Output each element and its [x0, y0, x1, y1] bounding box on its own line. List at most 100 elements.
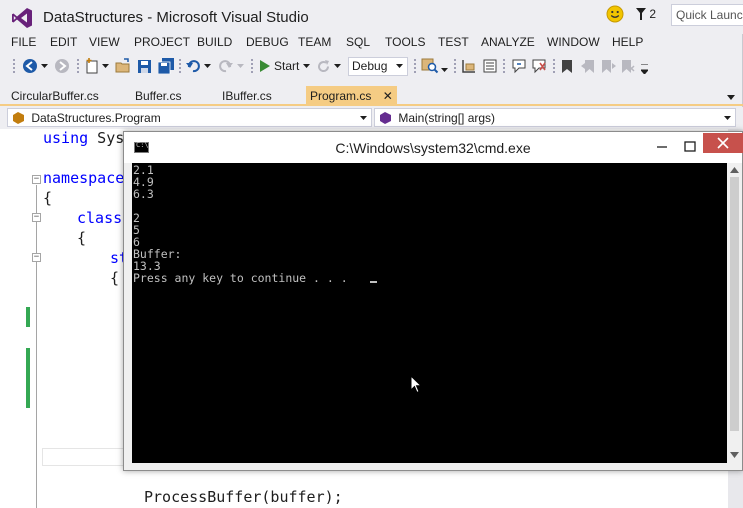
- refresh-button[interactable]: [316, 57, 341, 75]
- cmd-title-bar[interactable]: C:\ C:\Windows\system32\cmd.exe: [124, 132, 743, 163]
- current-line-highlight: [42, 448, 132, 466]
- next-bookmark-button[interactable]: [601, 57, 617, 75]
- code-line-brace: {: [77, 229, 87, 247]
- toggle-bookmark-button[interactable]: [511, 57, 527, 75]
- console-scrollbar[interactable]: [727, 163, 742, 463]
- tab-program-label: Program.cs: [310, 89, 372, 103]
- configuration-value: Debug: [352, 59, 388, 73]
- menu-help[interactable]: HELP: [612, 35, 643, 49]
- menu-sql[interactable]: SQL: [346, 35, 370, 49]
- redo-button[interactable]: [218, 57, 244, 75]
- clear-comments-button[interactable]: [531, 57, 547, 75]
- clear-bookmarks-button[interactable]: [621, 57, 635, 75]
- collapse-method-icon[interactable]: −: [32, 253, 41, 262]
- tab-overflow-icon[interactable]: [727, 95, 735, 100]
- close-tab-icon[interactable]: ✕: [383, 89, 393, 103]
- properties-button[interactable]: [482, 57, 498, 75]
- solution-explorer-icon: [462, 60, 475, 73]
- title-bar: DataStructures - Microsoft Visual Studio…: [0, 0, 743, 34]
- notification-flag-icon: [636, 8, 646, 20]
- toolbar-grip[interactable]: [502, 58, 506, 75]
- toolbar-grip[interactable]: [76, 58, 80, 75]
- bookmark-button[interactable]: [561, 57, 573, 75]
- menu-file[interactable]: FILE: [11, 35, 36, 49]
- properties-icon: [483, 59, 497, 73]
- console-cursor: [370, 281, 377, 283]
- solution-configuration-dropdown[interactable]: Debug: [348, 57, 408, 76]
- code-line-using: using Syst: [43, 129, 134, 147]
- minimize-icon[interactable]: [652, 138, 672, 156]
- toolbar-overflow-button[interactable]: [641, 57, 648, 75]
- open-folder-icon: [115, 58, 130, 73]
- navigate-forward-button[interactable]: [54, 57, 70, 75]
- toolbar-grip[interactable]: [250, 58, 254, 75]
- save-icon: [138, 59, 151, 73]
- type-dropdown[interactable]: DataStructures.Program: [7, 108, 372, 127]
- solution-explorer-button[interactable]: [461, 57, 477, 75]
- clear-icon: [532, 59, 546, 74]
- menu-team[interactable]: TEAM: [298, 35, 331, 49]
- tab-program[interactable]: Program.cs ✕: [306, 86, 397, 106]
- menu-bar: FILE EDIT VIEW PROJECT BUILD DEBUG TEAM …: [0, 34, 743, 54]
- menu-view[interactable]: VIEW: [89, 35, 120, 49]
- close-icon[interactable]: [703, 133, 743, 153]
- menu-build[interactable]: BUILD: [197, 35, 232, 49]
- forward-arrow-icon: [55, 59, 69, 73]
- class-icon: [13, 112, 24, 124]
- save-button[interactable]: [137, 57, 152, 75]
- next-bookmark-icon: [602, 59, 616, 73]
- code-line-brace: {: [43, 189, 53, 207]
- cmd-title: C:\Windows\system32\cmd.exe: [335, 140, 531, 156]
- open-file-button[interactable]: [115, 57, 131, 75]
- start-debugging-button[interactable]: Start: [259, 57, 311, 75]
- notifications-button[interactable]: 2: [636, 7, 656, 21]
- tab-ibuffer[interactable]: IBuffer.cs: [222, 88, 272, 106]
- visual-studio-window: DataStructures - Microsoft Visual Studio…: [0, 0, 743, 508]
- new-project-button[interactable]: [84, 57, 109, 75]
- toolbar-grip[interactable]: [453, 58, 457, 75]
- scroll-down-icon[interactable]: [730, 452, 739, 458]
- chevron-down-icon: [237, 64, 244, 68]
- console-output[interactable]: 2.1 4.9 6.3 2 5 6 Buffer: 13.3 Press any…: [132, 163, 727, 463]
- tab-buffer[interactable]: Buffer.cs: [135, 88, 181, 106]
- scrollbar-thumb[interactable]: [730, 177, 739, 431]
- menu-project[interactable]: PROJECT: [134, 35, 190, 49]
- collapse-namespace-icon[interactable]: −: [32, 175, 41, 184]
- menu-analyze[interactable]: ANALYZE: [481, 35, 535, 49]
- chevron-down-icon: [204, 64, 211, 68]
- navigate-back-button[interactable]: [22, 57, 48, 75]
- tab-circularbuffer[interactable]: CircularBuffer.cs: [11, 88, 99, 106]
- menu-window[interactable]: WINDOW: [547, 35, 600, 49]
- toolbar-grip[interactable]: [552, 58, 556, 75]
- cmd-window: C:\ C:\Windows\system32\cmd.exe 2.1 4.9 …: [123, 131, 743, 471]
- save-all-button[interactable]: [158, 57, 175, 75]
- window-title: DataStructures - Microsoft Visual Studio: [43, 9, 309, 26]
- menu-debug[interactable]: DEBUG: [246, 35, 289, 49]
- outline-guide: [36, 185, 37, 508]
- type-dropdown-value: DataStructures.Program: [31, 111, 161, 125]
- save-all-icon: [158, 58, 174, 74]
- member-dropdown[interactable]: Main(string[] args): [374, 108, 736, 127]
- menu-test[interactable]: TEST: [438, 35, 469, 49]
- scroll-up-icon[interactable]: [730, 167, 739, 173]
- find-in-files-button[interactable]: [421, 57, 448, 75]
- collapse-class-icon[interactable]: −: [32, 213, 41, 222]
- toolbar-grip[interactable]: [178, 58, 182, 75]
- undo-button[interactable]: [185, 57, 211, 75]
- toolbar-grip[interactable]: [413, 58, 417, 75]
- navigation-bar: DataStructures.Program Main(string[] arg…: [0, 107, 743, 129]
- quick-launch-input[interactable]: Quick Launch: [671, 4, 743, 26]
- refresh-icon: [318, 59, 330, 72]
- console-line: 6.3: [133, 187, 154, 201]
- chevron-down-icon: [396, 64, 403, 68]
- menu-tools[interactable]: TOOLS: [385, 35, 425, 49]
- undo-icon: [186, 60, 200, 73]
- editor-margin: [0, 129, 24, 508]
- previous-bookmark-button[interactable]: [580, 57, 596, 75]
- maximize-icon[interactable]: [680, 138, 700, 156]
- code-line-class: class: [77, 209, 123, 227]
- menu-edit[interactable]: EDIT: [50, 35, 77, 49]
- toolbar-grip[interactable]: [12, 58, 16, 75]
- feedback-smiley-icon[interactable]: [606, 5, 624, 23]
- member-dropdown-value: Main(string[] args): [398, 111, 496, 125]
